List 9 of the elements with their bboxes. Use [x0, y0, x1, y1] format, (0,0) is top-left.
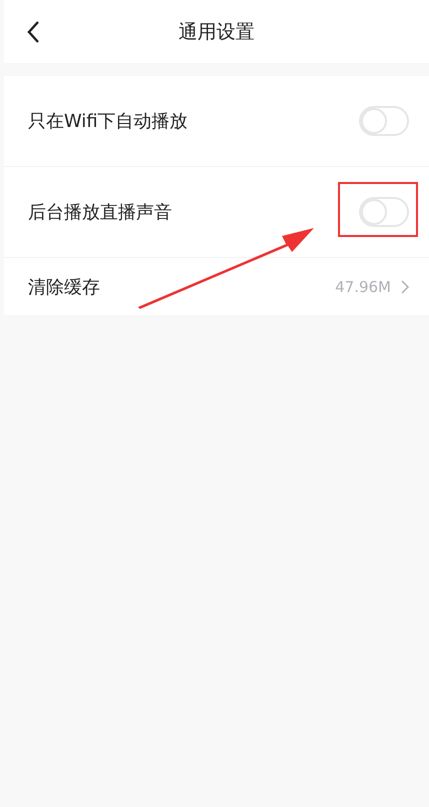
- cache-size: 47.96M: [335, 278, 391, 296]
- setting-label: 清除缓存: [28, 276, 100, 298]
- chevron-right-icon: [401, 280, 409, 294]
- toggle-switch[interactable]: [359, 106, 409, 136]
- toggle-switch[interactable]: [359, 197, 409, 227]
- back-icon[interactable]: [26, 20, 40, 44]
- page-title: 通用设置: [178, 20, 254, 44]
- setting-label: 只在Wifi下自动播放: [28, 110, 188, 133]
- setting-label: 后台播放直播声音: [28, 201, 172, 224]
